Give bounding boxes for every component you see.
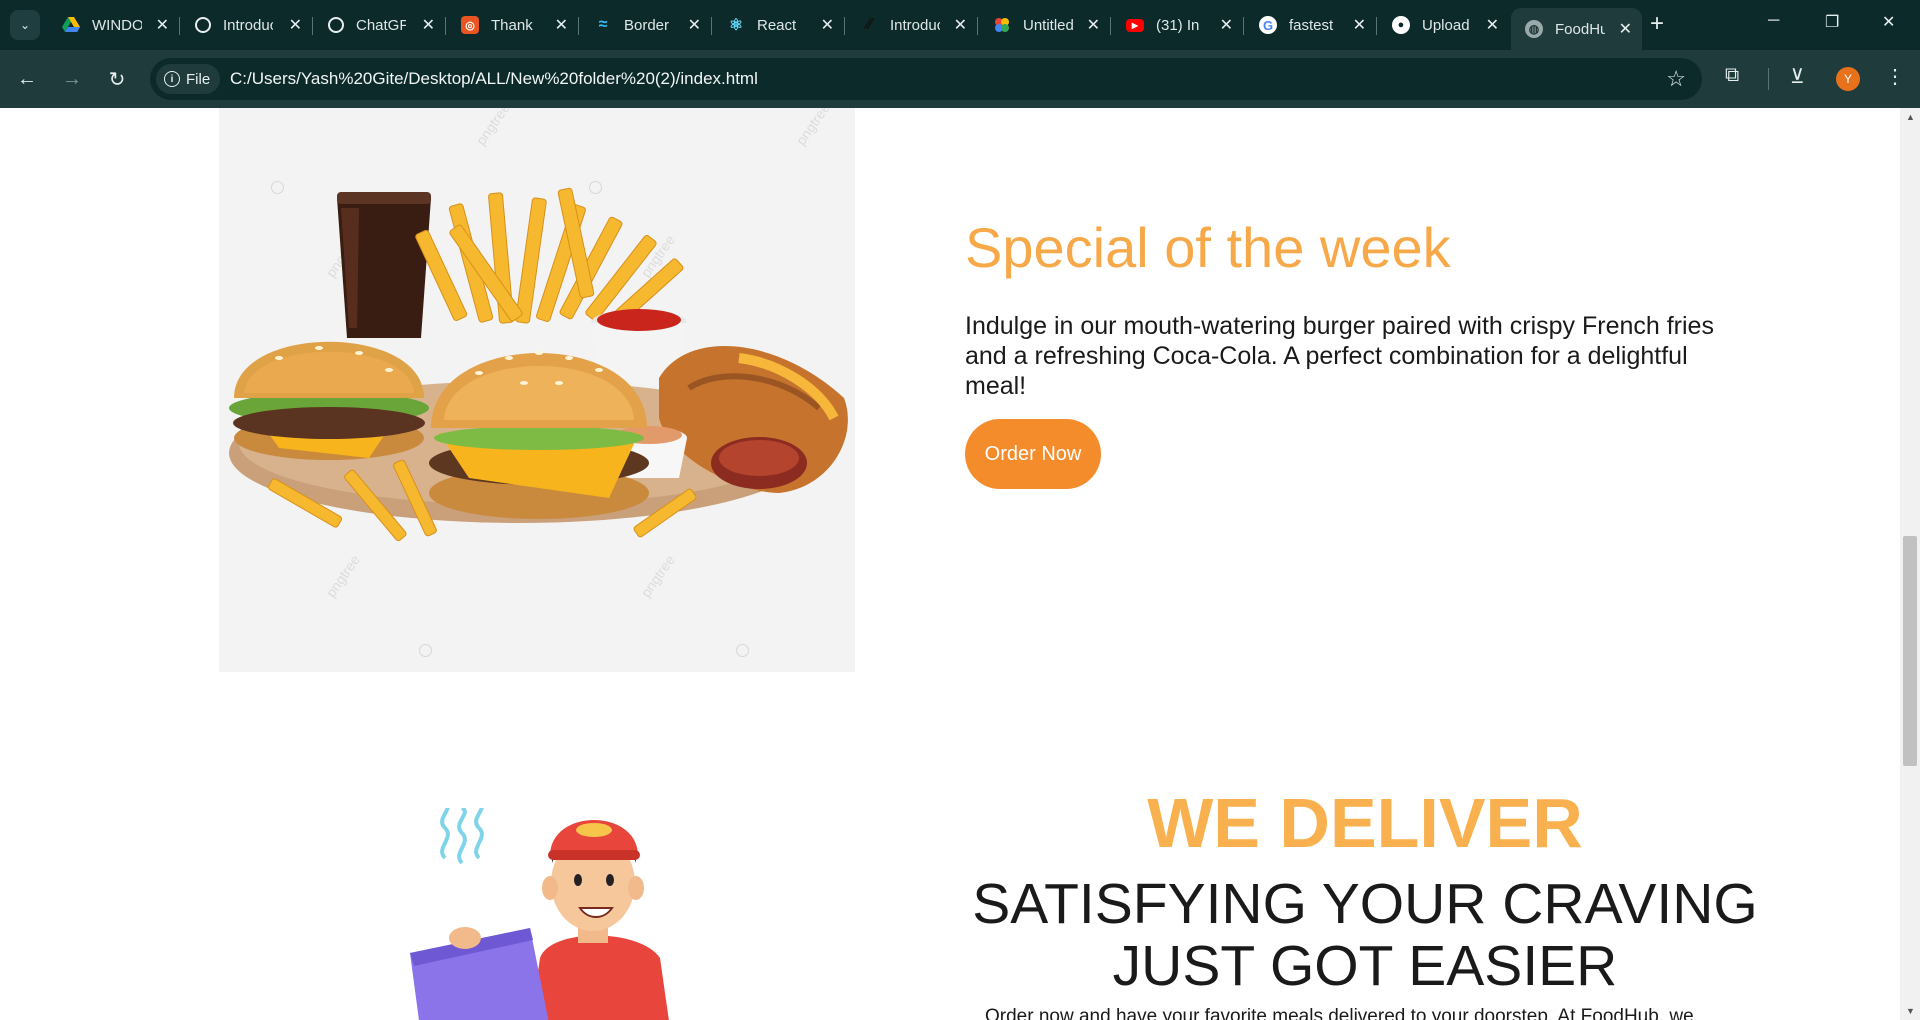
download-icon[interactable]: ⊻ [1790,64,1805,89]
site-info-label: File [186,70,211,88]
github-icon: ● [1392,16,1410,34]
tab-title: fastest [1289,16,1334,34]
tab-title: WINDOWS [92,16,142,34]
globe-icon: ◍ [1525,20,1543,38]
tab-separator [312,17,313,35]
toolbar-divider [1768,68,1769,90]
info-icon: i [164,71,180,87]
tab-search-button[interactable]: ⌄ [10,10,40,40]
scroll-thumb[interactable] [1903,536,1917,766]
close-icon[interactable]: ✕ [1087,15,1100,35]
delivery-title: WE DELIVER [1147,784,1583,862]
close-icon[interactable]: ✕ [156,15,169,35]
tab-title: Thank [491,16,533,34]
tab-title: Introducing [890,16,940,34]
tab-title: React [757,16,797,34]
delivery-person-illustration [410,808,669,1020]
back-icon[interactable]: ← [12,64,42,94]
close-icon[interactable]: ✕ [1353,15,1366,35]
delivery-subtitle: SATISFYING YOUR CRAVING JUST GOT EASIER [960,873,1770,997]
tab-separator [445,17,446,35]
youtube-icon: ▶ [1126,18,1144,32]
tab-separator [844,17,845,35]
tab-title: (31) In [1156,16,1200,34]
tab[interactable]: ● Upload ✕ [1378,8,1509,42]
tab[interactable]: Introducing ✕ [181,8,313,42]
special-food-image: pngtree pngtree pngtree pngtree pngtree … [219,108,855,672]
minimize-icon[interactable]: ─ [1768,12,1779,30]
delivery-subtitle-line2: JUST GOT EASIER [1112,934,1618,998]
close-icon[interactable]: ✕ [1619,19,1632,39]
tab[interactable]: Untitled ✕ [979,8,1111,42]
tab-separator [977,17,978,35]
special-title: Special of the week [965,216,1451,279]
close-icon[interactable]: ✕ [289,15,302,35]
burger-fries-illustration [229,187,848,542]
close-icon[interactable]: ✕ [422,15,435,35]
tailwind-icon: ≈ [598,16,608,33]
tab[interactable]: ⁄⁄ Introducing ✕ [846,8,978,42]
menu-kebab-icon[interactable]: ⋮ [1885,64,1905,89]
close-window-icon[interactable]: ✕ [1882,12,1895,32]
delivery-subtitle-line1: SATISFYING YOUR CRAVING [972,872,1758,936]
extensions-icon[interactable]: ⧉ [1725,64,1739,87]
ubuntu-icon: ◎ [461,16,479,34]
tab-separator [1110,17,1111,35]
reload-icon[interactable]: ↻ [102,64,132,94]
bookmark-star-icon[interactable]: ☆ [1666,66,1686,92]
tab-title: Introducing [223,16,273,34]
close-icon[interactable]: ✕ [1486,15,1499,35]
tab-separator [711,17,712,35]
address-bar[interactable]: i File C:/Users/Yash%20Gite/Desktop/ALL/… [150,58,1702,100]
close-icon[interactable]: ✕ [821,15,834,35]
tab[interactable]: G fastest ✕ [1245,8,1377,42]
openai-icon [195,17,211,33]
forward-icon[interactable]: → [57,64,87,94]
tab-title: ChatGPT [356,16,406,34]
close-icon[interactable]: ✕ [1220,15,1233,35]
google-drive-icon [62,16,80,34]
close-icon[interactable]: ✕ [555,15,568,35]
order-now-button[interactable]: Order Now [965,419,1101,489]
tab-active[interactable]: ◍ FoodHub ✕ [1511,8,1642,50]
google-photos-icon [993,16,1011,34]
tab-title: Border [624,16,670,34]
delivery-description: Order now and have your favorite meals d… [985,1006,1694,1020]
tab[interactable]: WINDOWS ✕ [48,8,180,42]
tab-title: Untitled [1023,16,1073,34]
scroll-up-arrow-icon[interactable]: ▲ [1906,112,1915,122]
tab-title: FoodHub [1555,20,1605,38]
tab[interactable]: ▶ (31) In ✕ [1112,8,1244,42]
chevron-down-icon: ⌄ [19,18,31,32]
tab-separator [578,17,579,35]
tab[interactable]: ⚛ React ✕ [713,8,845,42]
close-icon[interactable]: ✕ [688,15,701,35]
url-text[interactable]: C:/Users/Yash%20Gite/Desktop/ALL/New%20f… [230,69,758,89]
tab[interactable]: ◎ Thank ✕ [447,8,579,42]
scroll-down-arrow-icon[interactable]: ▼ [1906,1006,1915,1016]
tab-separator [1376,17,1377,35]
page-viewport: pngtree pngtree pngtree pngtree pngtree … [0,108,1900,1020]
restore-icon[interactable]: ❐ [1825,12,1839,32]
tab-title: Upload [1422,16,1470,34]
tab[interactable]: ≈ Border ✕ [580,8,712,42]
slash-icon: ⁄⁄ [866,16,872,33]
special-description: Indulge in our mouth-watering burger pai… [965,312,1714,400]
profile-avatar[interactable]: Y [1836,67,1860,91]
close-icon[interactable]: ✕ [954,15,967,35]
react-icon: ⚛ [728,17,744,34]
tab-separator [179,17,180,35]
new-tab-button[interactable]: + [1650,12,1664,36]
tab-strip: ⌄ WINDOWS ✕ Introducing ✕ ChatGPT ✕ ◎ Th… [0,0,1920,50]
google-icon: G [1259,16,1277,34]
site-info-chip[interactable]: i File [156,64,220,94]
browser-toolbar: ← → ↻ i File C:/Users/Yash%20Gite/Deskto… [0,50,1920,108]
openai-icon [328,17,344,33]
page-scrollbar[interactable]: ▲ ▼ [1900,108,1920,1020]
tab[interactable]: ChatGPT ✕ [314,8,446,42]
tab-separator [1243,17,1244,35]
